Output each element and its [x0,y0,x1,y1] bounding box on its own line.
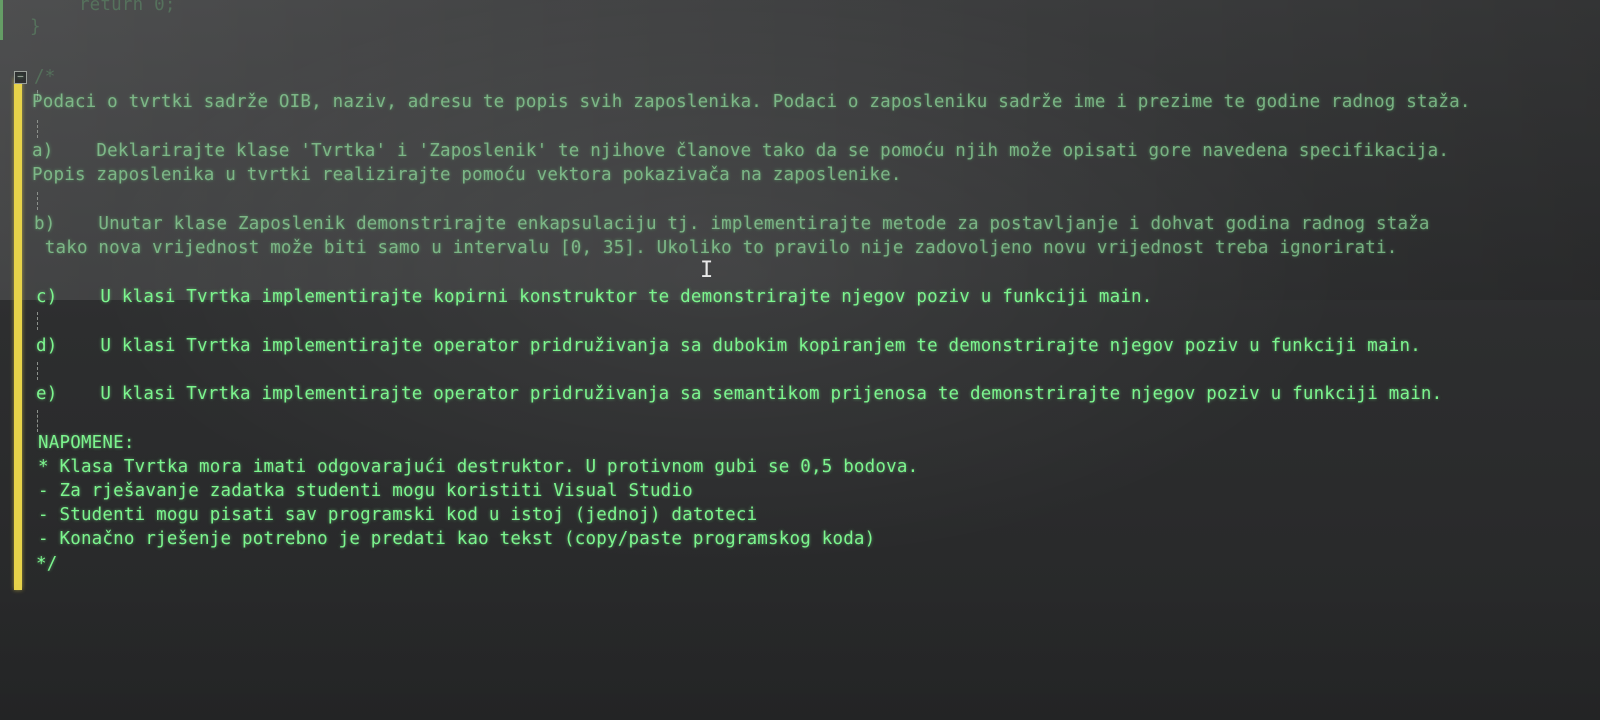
fold-guide [37,362,39,380]
task-a-line-2: Popis zaposlenika u tvrtki realizirajte … [32,165,902,185]
task-a-line-1: a) Deklarirajte klase 'Tvrtka' i 'Zaposl… [32,141,1450,161]
task-b-line-1: b) Unutar klase Zaposlenik demonstrirajt… [34,214,1430,234]
task-e: e) U klasi Tvrtka implementirajte operat… [36,384,1443,404]
i-beam-cursor-icon: I [700,258,714,283]
note-single-file: - Studenti mogu pisati sav programski ko… [38,505,758,525]
collapse-icon[interactable]: − [14,71,27,84]
fold-guide [37,120,39,138]
note-visual-studio: - Za rješavanje zadatka studenti mogu ko… [38,481,693,501]
fold-guide [37,312,39,330]
comment-intro: Podaci o tvrtki sadrže OIB, naziv, adres… [32,92,1471,112]
code-line-close-brace: } [30,17,41,37]
task-d: d) U klasi Tvrtka implementirajte operat… [36,336,1421,356]
task-b-line-2: tako nova vrijednost može biti samo u in… [34,238,1398,258]
notes-heading: NAPOMENE: [38,433,135,453]
fold-guide [37,192,39,210]
task-c: c) U klasi Tvrtka implementirajte kopirn… [36,287,1153,307]
note-destructor: * Klasa Tvrtka mora imati odgovarajući d… [38,457,919,477]
screen: − return 0; } /* Podaci o tvrtki sadrže … [0,0,1600,720]
note-submit-text: - Konačno rješenje potrebno je predati k… [38,529,876,549]
change-indicator-bar [14,78,22,590]
code-line-return: return 0; [36,0,176,15]
comment-open: /* [34,67,56,87]
comment-close: */ [36,554,58,574]
code-editor[interactable]: − return 0; } /* Podaci o tvrtki sadrže … [0,0,1600,720]
fold-guide [37,410,39,432]
fold-guide-top [0,0,3,40]
